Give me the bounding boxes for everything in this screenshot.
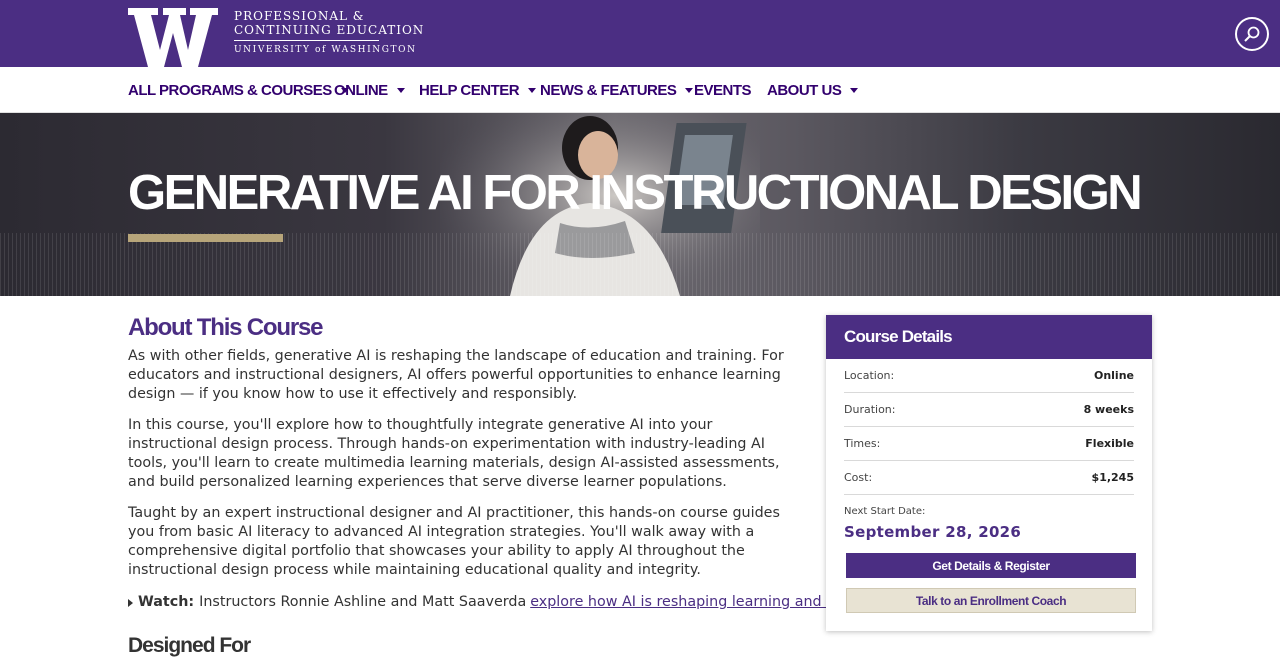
nav-label: HELP CENTER bbox=[419, 81, 520, 99]
about-paragraph: In this course, you'll explore how to th… bbox=[128, 417, 780, 490]
about-paragraph: As with other fields, generative AI is r… bbox=[128, 348, 784, 402]
about-heading: About This Course bbox=[128, 314, 323, 341]
title-accent-bar bbox=[128, 234, 283, 242]
detail-value: 8 weeks bbox=[1083, 403, 1134, 416]
play-triangle-icon bbox=[128, 598, 133, 607]
detail-value: Online bbox=[1093, 369, 1134, 382]
nav-about-us[interactable]: ABOUT US bbox=[767, 67, 859, 113]
course-details-heading: Course Details bbox=[826, 315, 1152, 359]
main-nav: ALL PROGRAMS & COURSES ONLINE HELP CENTE… bbox=[0, 67, 1280, 113]
detail-row-duration: Duration: 8 weeks bbox=[844, 393, 1134, 427]
hero-stripe-texture bbox=[0, 233, 1280, 296]
detail-label: Times: bbox=[844, 437, 881, 450]
uw-w-logo-icon[interactable] bbox=[128, 8, 218, 67]
top-header: PROFESSIONAL & CONTINUING EDUCATION UNIV… bbox=[0, 0, 1280, 67]
watch-text: Instructors Ronnie Ashline and Matt Saav… bbox=[199, 594, 527, 610]
hero-banner: GENERATIVE AI FOR INSTRUCTIONAL DESIGN bbox=[0, 113, 1280, 296]
detail-label: Duration: bbox=[844, 403, 896, 416]
designed-for-heading: Designed For bbox=[128, 634, 251, 657]
course-details-card: Course Details Location: Online Duration… bbox=[826, 315, 1152, 631]
nav-news-features[interactable]: NEWS & FEATURES bbox=[540, 67, 694, 113]
enrollment-coach-button[interactable]: Talk to an Enrollment Coach bbox=[846, 588, 1136, 613]
caret-down-icon bbox=[396, 87, 405, 93]
detail-label: Location: bbox=[844, 369, 895, 382]
nav-label: ALL PROGRAMS & COURSES bbox=[128, 81, 332, 99]
detail-row-times: Times: Flexible bbox=[844, 427, 1134, 461]
watch-line: Watch: Instructors Ronnie Ashline and Ma… bbox=[128, 593, 925, 612]
watch-label: Watch: bbox=[138, 594, 195, 610]
page-title: GENERATIVE AI FOR INSTRUCTIONAL DESIGN bbox=[128, 166, 1143, 220]
caret-down-icon bbox=[528, 87, 537, 93]
search-icon bbox=[1244, 26, 1260, 42]
logo-line-3: UNIVERSITY of WASHINGTON bbox=[234, 44, 417, 55]
nav-help-center[interactable]: HELP CENTER bbox=[419, 67, 537, 113]
next-start-date: September 28, 2026 bbox=[844, 523, 1022, 541]
nav-label: ONLINE bbox=[334, 81, 388, 99]
logo-line-1: PROFESSIONAL & bbox=[234, 9, 365, 23]
about-course-section: About This Course As with other fields, … bbox=[128, 314, 925, 612]
logo-line-2: CONTINUING EDUCATION bbox=[234, 22, 425, 37]
detail-value: $1,245 bbox=[1091, 471, 1134, 484]
detail-label: Cost: bbox=[844, 471, 873, 484]
register-button[interactable]: Get Details & Register bbox=[846, 553, 1136, 578]
detail-value: Flexible bbox=[1085, 437, 1134, 450]
nav-events[interactable]: EVENTS bbox=[694, 67, 752, 113]
next-start-label: Next Start Date: bbox=[844, 506, 926, 517]
about-paragraph: Taught by an expert instructional design… bbox=[128, 505, 780, 578]
caret-down-icon bbox=[685, 87, 694, 93]
detail-row-location: Location: Online bbox=[844, 359, 1134, 393]
search-button[interactable] bbox=[1235, 17, 1269, 51]
nav-label: NEWS & FEATURES bbox=[540, 81, 677, 99]
nav-label: EVENTS bbox=[694, 81, 752, 99]
detail-row-cost: Cost: $1,245 bbox=[844, 461, 1134, 495]
uw-pce-wordmark[interactable]: PROFESSIONAL & CONTINUING EDUCATION UNIV… bbox=[234, 9, 425, 55]
logo-divider bbox=[234, 39, 379, 41]
nav-label: ABOUT US bbox=[767, 81, 842, 99]
nav-online[interactable]: ONLINE bbox=[334, 67, 405, 113]
nav-all-programs[interactable]: ALL PROGRAMS & COURSES bbox=[128, 67, 349, 113]
caret-down-icon bbox=[850, 87, 859, 93]
